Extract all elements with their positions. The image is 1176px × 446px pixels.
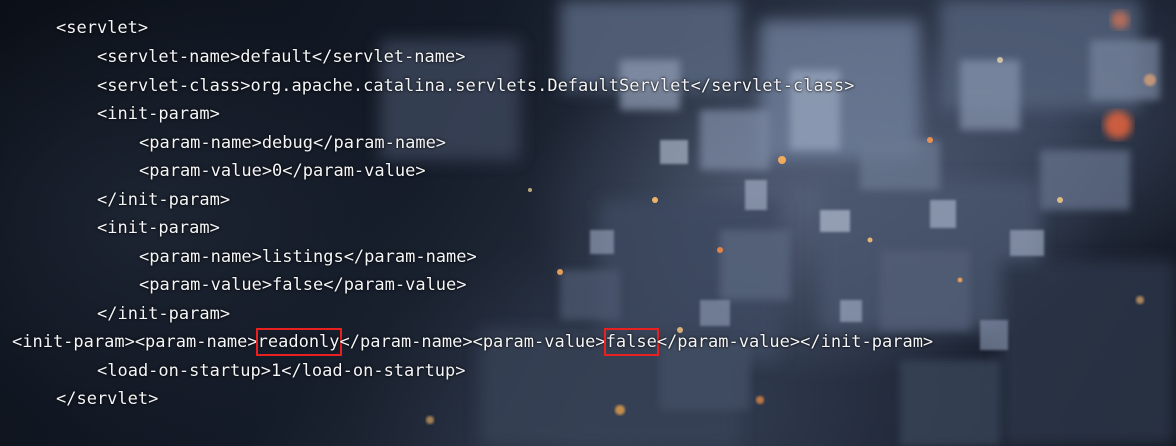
code-line: <servlet-name>default</servlet-name>	[97, 47, 466, 67]
code-line: <init-param>	[97, 104, 220, 124]
code-line: </init-param>	[97, 190, 231, 210]
code-line: <param-value>false</param-value>	[139, 275, 467, 295]
code-line: <param-name>debug</param-name>	[139, 133, 447, 153]
inserted-readonly-line: <init-param><param-name>readonly</param-…	[12, 328, 934, 356]
code-line: <servlet>	[56, 18, 149, 38]
highlighted-param-value: false	[603, 328, 659, 356]
inserted-line-prefix: <init-param><param-name>	[12, 332, 258, 352]
inserted-line-middle: </param-name><param-value>	[339, 332, 606, 352]
code-line: <servlet-class>org.apache.catalina.servl…	[97, 76, 855, 96]
code-line: <param-name>listings</param-name>	[139, 247, 477, 267]
code-line: <load-on-startup>1</load-on-startup>	[97, 361, 466, 381]
code-line: </init-param>	[97, 304, 231, 324]
code-line: </servlet>	[56, 389, 159, 409]
highlighted-param-name: readonly	[255, 328, 342, 356]
code-line: <param-value>0</param-value>	[139, 161, 426, 181]
inserted-line-suffix: </param-value></init-param>	[656, 332, 934, 352]
screenshot-canvas: <servlet> <servlet-name>default</servlet…	[0, 0, 1176, 446]
code-listing: <servlet> <servlet-name>default</servlet…	[0, 0, 1176, 446]
code-line: <init-param>	[97, 218, 220, 238]
